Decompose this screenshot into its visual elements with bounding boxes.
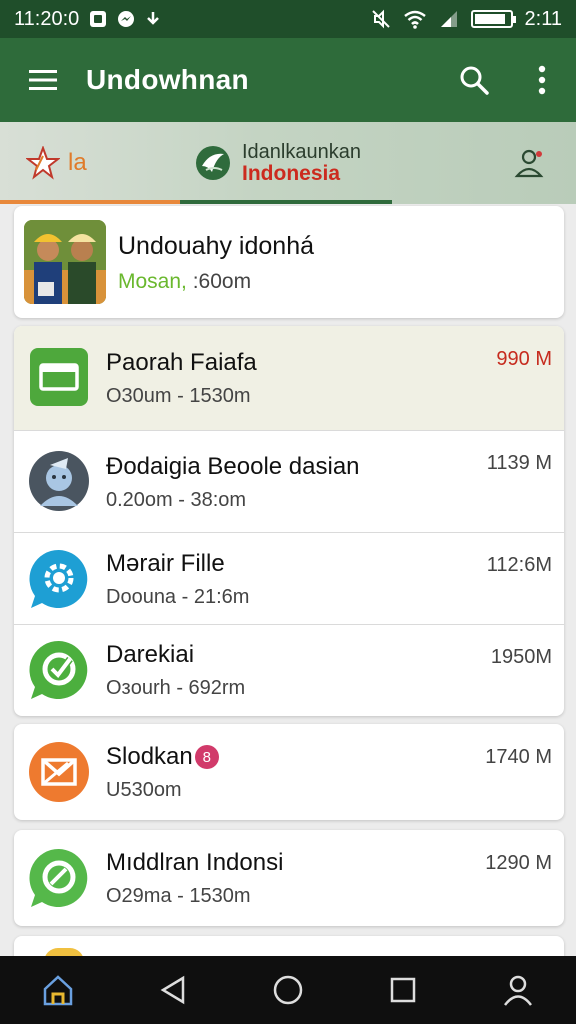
tab-favorites[interactable]: la [0, 122, 180, 204]
featured-title: Undouahy idonhá [118, 232, 314, 260]
item-title-text: Slodkan [106, 742, 193, 770]
person-notification-icon [514, 149, 544, 178]
list-card-partial[interactable] [14, 936, 564, 956]
hamburger-icon [29, 70, 57, 90]
item-size: 1290 M [485, 852, 552, 874]
search-icon [460, 66, 489, 95]
gear-chat-icon [28, 548, 90, 610]
item-subtitle: Oзourh - 692rm [106, 676, 246, 699]
status-time: 11:20:0 [14, 7, 80, 30]
status-bar: 11:20:0 2:11 [0, 0, 576, 38]
wifi-icon [403, 9, 427, 29]
list-card[interactable]: Mıddlran Indonsi O29ma - 1530m 1290 M [14, 830, 564, 926]
recents-button[interactable] [368, 956, 438, 1024]
featured-card[interactable]: Undouahy idonhá Mosan, :60om [14, 206, 564, 318]
menu-button[interactable] [0, 38, 86, 122]
tab-indonesia[interactable]: Idanlkaunkan Indonesia [180, 122, 392, 204]
featured-subtitle: Mosan, :60om [118, 270, 251, 294]
featured-subtitle-rest: :60om [186, 270, 252, 293]
notification-app-icon [89, 10, 107, 28]
signal-icon [439, 9, 459, 29]
tab-indonesia-line2: Indonesia [242, 162, 341, 185]
item-size: 112:6M [486, 554, 552, 576]
more-vertical-icon [538, 65, 546, 95]
item-subtitle: 0.20om - 38:om [106, 488, 247, 511]
item-subtitle: O29ma - 1530m [106, 884, 251, 907]
star-icon [26, 146, 60, 180]
list-card[interactable]: Slodkan 8 U530om 1740 M [14, 724, 564, 820]
item-subtitle: Doouna - 21:6m [106, 585, 250, 608]
battery-icon [470, 10, 516, 28]
item-size: 1950M [490, 646, 552, 668]
list-item[interactable]: Darekiai Oзourh - 692rm 1950M [14, 624, 564, 716]
mute-icon [371, 9, 391, 29]
item-subtitle: U530om [106, 778, 182, 801]
system-nav-bar [0, 956, 576, 1024]
partial-app-icon [44, 948, 84, 956]
item-title: Paorah Faiafa [106, 348, 257, 376]
back-button[interactable] [138, 956, 208, 1024]
notification-badge: 8 [194, 745, 219, 770]
home-tab-button[interactable] [23, 956, 93, 1024]
featured-subtitle-highlight: Mosan, [118, 270, 187, 293]
tab-favorites-label: la [68, 149, 87, 176]
featured-photo [24, 220, 106, 304]
folder-icon [28, 346, 90, 408]
item-size: 1740 M [485, 746, 552, 768]
home-button[interactable] [253, 956, 323, 1024]
tab-indonesia-line1: Idanlkaunkan [242, 141, 361, 163]
chat-icon [28, 847, 90, 909]
item-title: Slodkan 8 [106, 743, 219, 771]
list-item[interactable]: Đodaigia Beoole dasian 0.20om - 38:om 11… [14, 430, 564, 534]
envelope-icon [28, 741, 90, 803]
more-options-button[interactable] [508, 38, 576, 122]
battery-level [474, 14, 506, 24]
profile-button[interactable] [483, 956, 553, 1024]
item-subtitle: O30um - 1530m [106, 384, 251, 407]
list-item[interactable]: Mərair Fille Doouna - 21:6m 112:6M [14, 532, 564, 626]
check-chat-icon [28, 639, 90, 701]
notification-messenger-icon [117, 10, 135, 28]
tab-bar: la Idanlkaunkan Indonesia [0, 122, 576, 204]
item-title: Mıddlran Indonsi [106, 848, 284, 876]
globe-leaf-icon [196, 146, 230, 180]
home-icon [43, 975, 72, 1006]
recents-square-icon [390, 977, 416, 1003]
back-triangle-icon [160, 975, 185, 1005]
item-size: 990 M [496, 348, 552, 370]
person-icon [504, 975, 533, 1006]
item-title: Đodaigia Beoole dasian [106, 452, 360, 480]
app-title: Undowhnan [86, 64, 249, 95]
avatar-icon [28, 450, 90, 512]
item-title: Mərair Fille [106, 549, 225, 577]
item-size: 1139 M [486, 452, 552, 474]
search-button[interactable] [440, 38, 508, 122]
status-battery-time: 2:11 [524, 7, 562, 30]
list-item[interactable]: Paorah Faiafa O30um - 1530m 990 M [14, 326, 564, 430]
app-bar: Undowhnan [0, 38, 576, 122]
tab-profile[interactable] [392, 122, 576, 204]
item-title: Darekiai [106, 640, 195, 668]
download-list: Undouahy idonhá Mosan, :60om Paorah Faia… [0, 204, 576, 956]
download-arrow-icon [145, 10, 161, 28]
home-circle-icon [273, 975, 303, 1005]
